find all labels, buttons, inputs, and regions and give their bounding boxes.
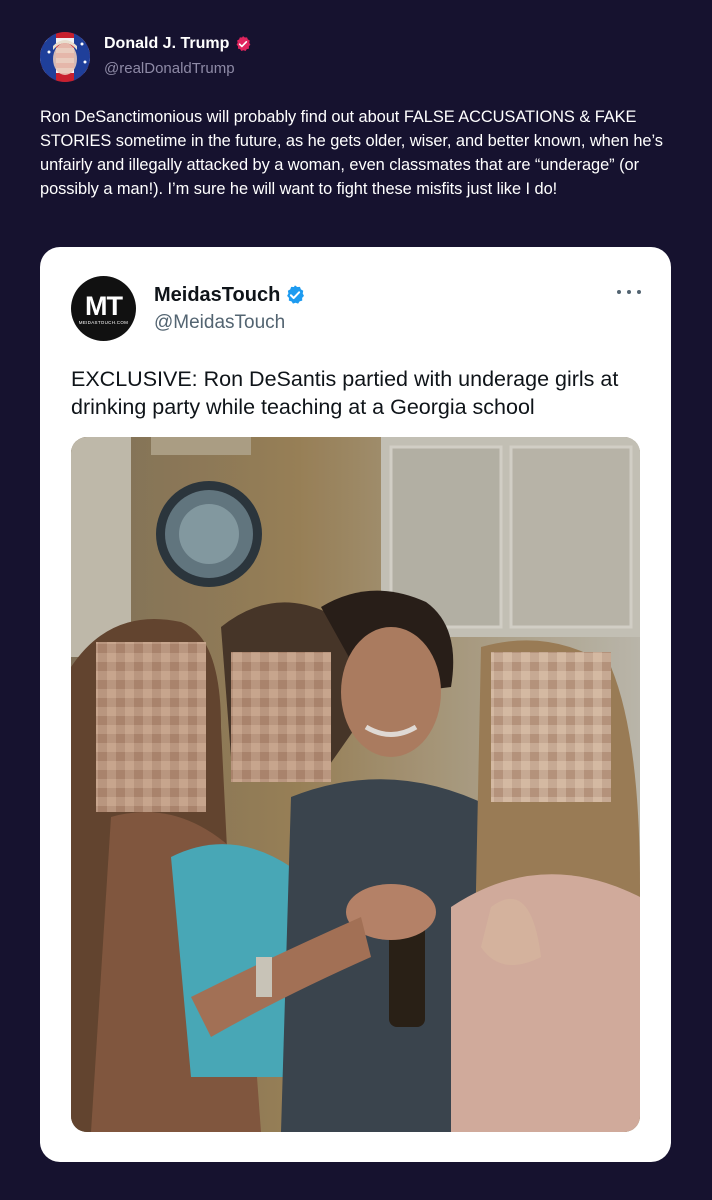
quoted-post-card[interactable]: MT MEIDASTOUCH.COM MeidasTouch @MeidasTo… — [40, 247, 671, 1162]
quoted-author-handle[interactable]: @MeidasTouch — [154, 310, 306, 336]
author-display-name[interactable]: Donald J. Trump — [104, 33, 229, 55]
logo-letters: MT — [85, 290, 123, 321]
author-avatar[interactable] — [40, 32, 90, 82]
verified-badge-icon — [234, 35, 252, 53]
author-name-row: Donald J. Trump — [104, 33, 252, 55]
quoted-author-info: MeidasTouch @MeidasTouch — [154, 282, 306, 336]
meidastouch-logo-avatar[interactable]: MT MEIDASTOUCH.COM — [71, 276, 136, 341]
quoted-author-display-name[interactable]: MeidasTouch — [154, 282, 280, 308]
more-dot — [637, 290, 641, 294]
more-dot — [627, 290, 631, 294]
flag-portrait-avatar-icon — [40, 32, 90, 82]
quoted-author-name-row: MeidasTouch — [154, 282, 306, 308]
quoted-post-text: EXCLUSIVE: Ron DeSantis partied with und… — [71, 367, 619, 419]
author-info: Donald J. Trump @realDonaldTrump — [104, 33, 252, 81]
group-photo-image — [71, 437, 640, 1132]
author-handle[interactable]: @realDonaldTrump — [104, 57, 252, 81]
post-header: Donald J. Trump @realDonaldTrump — [40, 32, 252, 82]
post-screenshot: Donald J. Trump @realDonaldTrump Ron DeS… — [0, 0, 712, 1200]
quoted-post-header: MT MEIDASTOUCH.COM MeidasTouch @MeidasTo… — [71, 276, 306, 341]
post-body-text: Ron DeSanctimonious will probably find o… — [40, 108, 663, 198]
more-options-icon[interactable] — [617, 285, 641, 299]
quoted-post-photo[interactable] — [71, 437, 640, 1132]
verified-badge-icon — [284, 284, 306, 306]
more-dot — [617, 290, 621, 294]
logo-subtext: MEIDASTOUCH.COM — [78, 319, 129, 325]
